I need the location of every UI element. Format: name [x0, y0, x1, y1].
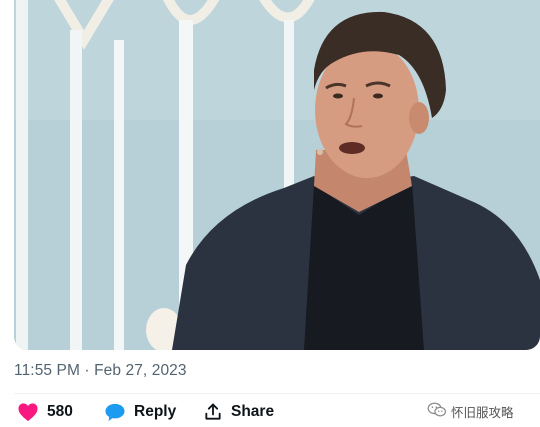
- heart-icon: [17, 402, 39, 422]
- reply-label: Reply: [134, 403, 177, 420]
- like-count: 580: [47, 403, 73, 420]
- wechat-icon: [427, 402, 447, 421]
- speech-bubble-icon: [104, 402, 126, 422]
- share-button[interactable]: Share: [203, 402, 274, 422]
- media-image: [14, 0, 540, 350]
- like-button[interactable]: 580: [17, 402, 73, 422]
- share-arrow-icon: [203, 402, 223, 422]
- watermark: 怀旧服攻略: [427, 402, 514, 421]
- watermark-text: 怀旧服攻略: [451, 406, 514, 420]
- tweet-timestamp[interactable]: 11:55 PM · Feb 27, 2023: [14, 362, 187, 380]
- tweet-media[interactable]: [14, 0, 540, 350]
- reply-button[interactable]: Reply: [104, 402, 176, 422]
- share-label: Share: [231, 403, 275, 420]
- divider: [14, 393, 540, 394]
